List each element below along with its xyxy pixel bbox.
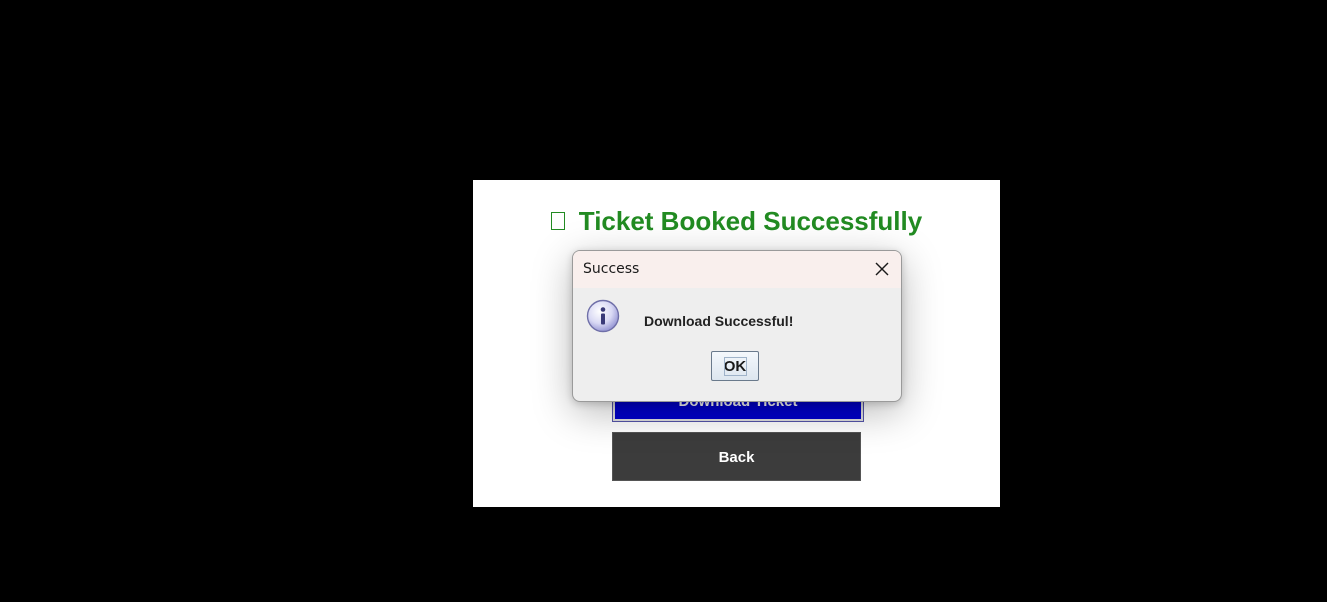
info-icon <box>586 299 620 333</box>
focus-ring <box>724 357 747 376</box>
close-icon <box>875 262 889 276</box>
back-button[interactable]: Back <box>612 432 861 481</box>
dialog-title: Success <box>583 261 640 277</box>
missing-glyph-icon <box>550 212 565 231</box>
dialog-titlebar: Success <box>573 251 901 288</box>
desktop-background: Ticket Booked Successfully Download Tick… <box>0 0 1327 602</box>
success-dialog: Success Download Successful! OK <box>572 250 902 402</box>
dialog-message: Download Successful! <box>644 313 794 329</box>
page-title: Ticket Booked Successfully <box>473 204 1000 238</box>
close-button[interactable] <box>869 256 895 282</box>
ok-button[interactable]: OK <box>711 351 759 381</box>
page-title-text: Ticket Booked Successfully <box>578 206 923 236</box>
